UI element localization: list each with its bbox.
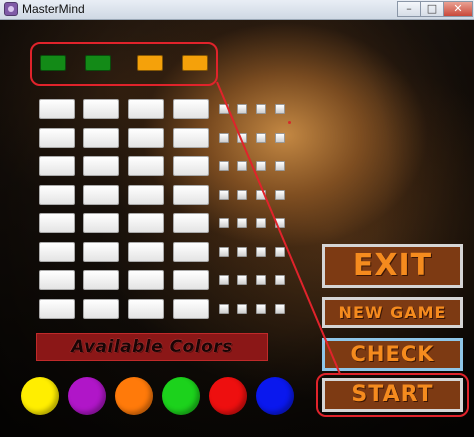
title-bar[interactable]: MasterMind – □ ✕: [0, 0, 474, 20]
hint-peg: [256, 189, 266, 200]
guess-slot[interactable]: [39, 156, 75, 176]
guess-slot[interactable]: [83, 127, 119, 148]
start-highlight: [316, 373, 469, 417]
guess-slot[interactable]: [128, 213, 164, 233]
app-icon: [4, 2, 18, 16]
hint-peg: [256, 218, 266, 228]
mastermind-window: MasterMind – □ ✕ Available Colors EXIT N…: [0, 0, 474, 437]
hint-peg: [275, 104, 285, 114]
secret-peg: [40, 55, 66, 71]
hint-peg: [275, 303, 285, 314]
exit-button[interactable]: EXIT: [322, 244, 463, 288]
guess-slot[interactable]: [83, 213, 119, 233]
guess-slot[interactable]: [128, 298, 164, 319]
guess-slot[interactable]: [173, 241, 209, 262]
new-game-button[interactable]: NEW GAME: [322, 297, 463, 328]
hint-peg: [219, 246, 229, 257]
guess-slot[interactable]: [128, 99, 164, 119]
color-swatch-orange[interactable]: [115, 377, 153, 415]
hint-peg: [219, 218, 229, 228]
guess-slot[interactable]: [173, 127, 209, 148]
guess-slot[interactable]: [39, 213, 75, 233]
hint-peg: [275, 132, 285, 143]
guess-slot[interactable]: [128, 270, 164, 290]
hint-peg: [219, 303, 229, 314]
window-title: MasterMind: [22, 2, 85, 16]
color-swatch-green[interactable]: [162, 377, 200, 415]
hint-peg: [275, 275, 285, 285]
guess-slot[interactable]: [128, 156, 164, 176]
hint-peg: [237, 218, 247, 228]
secret-peg: [182, 55, 208, 71]
hint-peg: [237, 104, 247, 114]
hint-peg: [237, 189, 247, 200]
secret-peg: [137, 55, 163, 71]
guess-slot[interactable]: [83, 156, 119, 176]
hint-peg: [219, 132, 229, 143]
hint-peg: [275, 189, 285, 200]
guess-slot[interactable]: [83, 270, 119, 290]
guess-slot[interactable]: [39, 298, 75, 319]
hint-peg: [219, 161, 229, 171]
guess-slot[interactable]: [128, 127, 164, 148]
guess-slot[interactable]: [128, 241, 164, 262]
guess-slot[interactable]: [39, 184, 75, 205]
hint-peg: [237, 132, 247, 143]
secret-peg: [85, 55, 111, 71]
guess-slot[interactable]: [39, 127, 75, 148]
hint-peg: [256, 132, 266, 143]
minimize-button[interactable]: –: [397, 1, 421, 17]
guess-slot[interactable]: [39, 99, 75, 119]
guess-slot[interactable]: [173, 99, 209, 119]
color-swatch-blue[interactable]: [256, 377, 294, 415]
guess-slot[interactable]: [83, 184, 119, 205]
hint-peg: [219, 189, 229, 200]
hint-peg: [275, 161, 285, 171]
guess-slot[interactable]: [83, 241, 119, 262]
hint-peg: [219, 275, 229, 285]
guess-slot[interactable]: [39, 270, 75, 290]
hint-peg: [237, 275, 247, 285]
maximize-button[interactable]: □: [420, 1, 444, 17]
hint-peg: [219, 104, 229, 114]
annotation-dot: [288, 121, 291, 124]
hint-peg: [256, 104, 266, 114]
color-swatch-red[interactable]: [209, 377, 247, 415]
guess-slot[interactable]: [173, 156, 209, 176]
guess-slot[interactable]: [128, 184, 164, 205]
guess-slot[interactable]: [39, 241, 75, 262]
available-colors-label: Available Colors: [36, 333, 268, 361]
hint-peg: [256, 161, 266, 171]
hint-peg: [237, 246, 247, 257]
color-swatch-yellow[interactable]: [21, 377, 59, 415]
hint-peg: [256, 275, 266, 285]
guess-slot[interactable]: [173, 298, 209, 319]
guess-slot[interactable]: [83, 99, 119, 119]
hint-peg: [256, 246, 266, 257]
hint-peg: [237, 303, 247, 314]
color-swatch-purple[interactable]: [68, 377, 106, 415]
guess-slot[interactable]: [173, 270, 209, 290]
close-button[interactable]: ✕: [443, 1, 473, 17]
hint-peg: [237, 161, 247, 171]
hint-peg: [256, 303, 266, 314]
guess-slot[interactable]: [173, 184, 209, 205]
check-button[interactable]: CHECK: [322, 338, 463, 371]
guess-slot[interactable]: [83, 298, 119, 319]
guess-slot[interactable]: [173, 213, 209, 233]
hint-peg: [275, 246, 285, 257]
hint-peg: [275, 218, 285, 228]
